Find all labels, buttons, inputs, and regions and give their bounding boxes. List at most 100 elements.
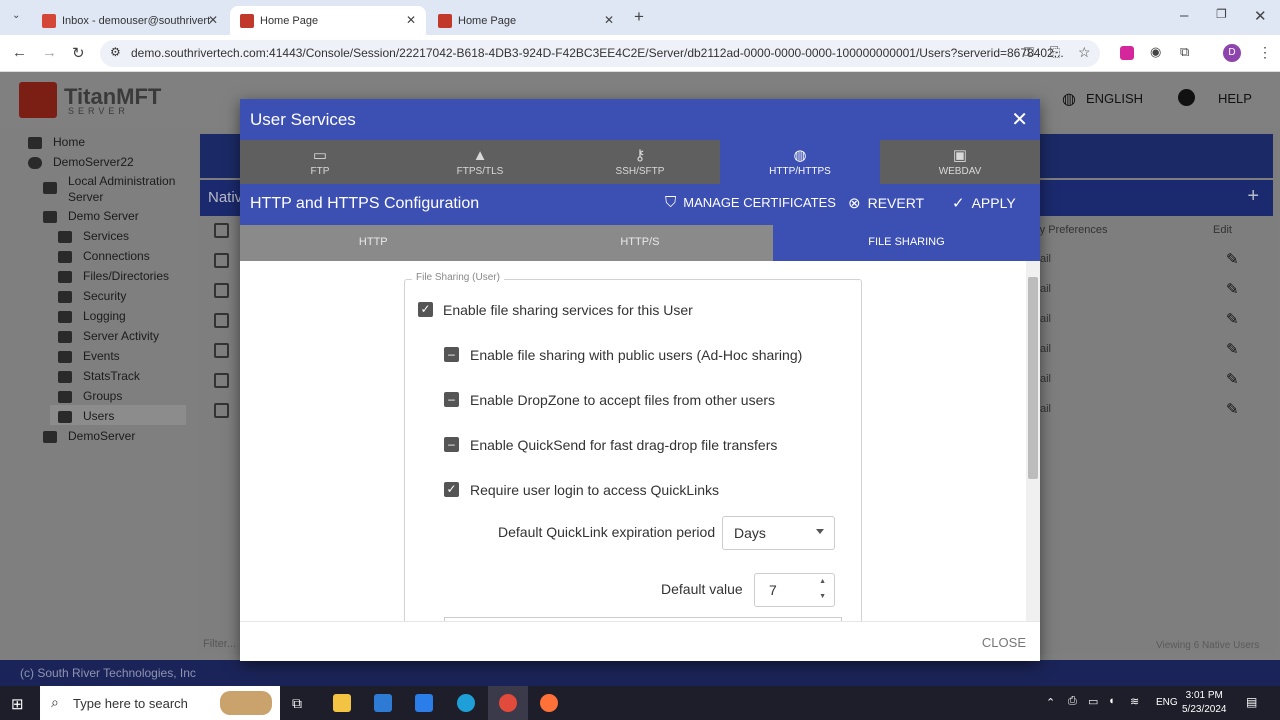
forward-icon[interactable]: → bbox=[42, 44, 57, 61]
sidebar-item-local-administration-server[interactable]: Local Administration Server bbox=[68, 173, 188, 205]
account-icon[interactable] bbox=[1178, 89, 1195, 106]
help-link[interactable]: HELP bbox=[1218, 91, 1252, 106]
filter-input[interactable]: Filter... bbox=[203, 638, 236, 650]
task-view-icon[interactable]: ⧉ bbox=[292, 695, 302, 712]
tab-search-chevron-icon[interactable]: ⌄ bbox=[12, 10, 20, 21]
quicksend-checkbox[interactable]: – bbox=[444, 437, 459, 452]
language-selector[interactable]: ENGLISH bbox=[1086, 91, 1143, 106]
close-tab-icon[interactable]: ✕ bbox=[208, 13, 218, 27]
tab-http-https[interactable]: ◍ HTTP/HTTPS bbox=[720, 140, 880, 184]
sidebar-item-logging[interactable]: Logging bbox=[83, 308, 126, 324]
ad-hoc-sharing-checkbox[interactable]: – bbox=[444, 347, 459, 362]
edit-pencil-icon[interactable]: ✎ bbox=[1226, 280, 1239, 298]
close-tab-icon[interactable]: ✕ bbox=[604, 13, 614, 27]
sidebar-item-demoserver22[interactable]: DemoServer22 bbox=[53, 154, 134, 170]
sidebar-item-events[interactable]: Events bbox=[83, 348, 120, 364]
minimize-icon[interactable]: – bbox=[1180, 7, 1188, 24]
store-icon[interactable] bbox=[374, 694, 392, 712]
edge-icon[interactable] bbox=[457, 694, 475, 712]
browser-tab-inbox[interactable]: Inbox - demouser@southrivert ✕ bbox=[32, 6, 228, 35]
titan-favicon-icon bbox=[240, 13, 254, 28]
notifications-icon[interactable]: ▤ bbox=[1246, 695, 1257, 709]
sidebar-item-users[interactable]: Users bbox=[83, 408, 114, 424]
close-dialog-icon[interactable]: ✕ bbox=[1011, 107, 1028, 132]
row-checkbox[interactable] bbox=[214, 313, 229, 328]
file-explorer-icon[interactable] bbox=[333, 694, 351, 712]
tab-ssh-sftp[interactable]: ⚷ SSH/SFTP bbox=[560, 140, 720, 184]
row-checkbox[interactable] bbox=[214, 253, 229, 268]
extensions-puzzle-icon[interactable]: ⧉ bbox=[1180, 44, 1189, 60]
battery-icon[interactable]: ▭ bbox=[1088, 695, 1098, 708]
site-info-icon[interactable]: ⚙ bbox=[110, 45, 121, 59]
sidebar-item-groups[interactable]: Groups bbox=[83, 388, 122, 404]
subtab-https[interactable]: HTTP/S bbox=[507, 225, 774, 261]
close-window-icon[interactable]: ✕ bbox=[1254, 7, 1267, 25]
edit-pencil-icon[interactable]: ✎ bbox=[1226, 340, 1239, 358]
sidebar-item-security[interactable]: Security bbox=[83, 288, 126, 304]
mail-icon[interactable] bbox=[415, 694, 433, 712]
password-key-icon[interactable]: ⚿ bbox=[1024, 44, 1034, 60]
close-tab-icon[interactable]: ✕ bbox=[406, 13, 416, 27]
edit-pencil-icon[interactable]: ✎ bbox=[1226, 370, 1239, 388]
tab-ftps-tls[interactable]: ▲ FTPS/TLS bbox=[400, 140, 560, 184]
browser-tab-home-page-active[interactable]: Home Page ✕ bbox=[230, 6, 426, 35]
dropzone-checkbox[interactable]: – bbox=[444, 392, 459, 407]
network-icon[interactable]: ⎙ bbox=[1068, 695, 1077, 708]
subtab-file-sharing[interactable]: FILE SHARING bbox=[773, 225, 1040, 261]
add-user-icon[interactable]: + bbox=[1247, 185, 1259, 208]
row-checkbox[interactable] bbox=[214, 283, 229, 298]
browser-menu-icon[interactable]: ⋮ bbox=[1258, 44, 1272, 61]
sidebar-item-connections[interactable]: Connections bbox=[83, 248, 150, 264]
maximize-icon[interactable]: ❐ bbox=[1216, 7, 1227, 21]
windows-start-icon[interactable]: ⊞ bbox=[11, 695, 24, 713]
decrement-icon[interactable]: ▼ bbox=[819, 593, 826, 600]
chrome-icon[interactable] bbox=[499, 694, 517, 712]
new-tab-icon[interactable]: + bbox=[634, 7, 644, 27]
subtab-http[interactable]: HTTP bbox=[240, 225, 507, 261]
volume-icon[interactable]: ◖ bbox=[1108, 695, 1115, 707]
tab-webdav[interactable]: ▣ WEBDAV bbox=[880, 140, 1040, 184]
select-value: Days bbox=[734, 525, 766, 541]
back-icon[interactable]: ← bbox=[12, 44, 27, 61]
firefox-icon[interactable] bbox=[540, 694, 558, 712]
url-field[interactable]: ⚙ demo.southrivertech.com:41443/Console/… bbox=[100, 40, 1100, 67]
edit-pencil-icon[interactable]: ✎ bbox=[1226, 250, 1239, 268]
expiration-period-select[interactable]: Days bbox=[722, 516, 835, 550]
scrollbar-thumb[interactable] bbox=[1028, 277, 1038, 479]
apply-button[interactable]: ✓ APPLY bbox=[952, 194, 1016, 212]
default-value-input[interactable]: 7 ▲ ▼ bbox=[754, 573, 835, 607]
select-all-checkbox[interactable] bbox=[214, 223, 229, 238]
taskbar-search-box[interactable]: ⌕ Type here to search bbox=[40, 686, 280, 720]
sidebar-item-files-directories[interactable]: Files/Directories bbox=[83, 268, 169, 284]
edit-pencil-icon[interactable]: ✎ bbox=[1226, 310, 1239, 328]
sidebar-item-demoserver[interactable]: DemoServer bbox=[68, 428, 135, 444]
bookmark-star-icon[interactable]: ☆ bbox=[1078, 44, 1091, 61]
sidebar-item-statstrack[interactable]: StatsTrack bbox=[83, 368, 140, 384]
profile-avatar[interactable]: D bbox=[1223, 44, 1241, 62]
edit-pencil-icon[interactable]: ✎ bbox=[1226, 400, 1239, 418]
row-checkbox[interactable] bbox=[214, 373, 229, 388]
taskbar-clock[interactable]: 3:01 PM 5/23/2024 bbox=[1182, 689, 1227, 717]
tab-ftp[interactable]: ▭ FTP bbox=[240, 140, 400, 184]
sidebar-item-services[interactable]: Services bbox=[83, 228, 129, 244]
input-language[interactable]: ENG bbox=[1156, 697, 1178, 708]
row-checkbox[interactable] bbox=[214, 403, 229, 418]
sidebar-item-server-activity[interactable]: Server Activity bbox=[83, 328, 159, 344]
install-app-icon[interactable]: ⎘ bbox=[1050, 44, 1060, 60]
sidebar-item-home[interactable]: Home bbox=[53, 134, 85, 150]
media-icon[interactable]: ◉ bbox=[1150, 44, 1161, 60]
extension-icon[interactable] bbox=[1120, 46, 1134, 60]
revert-button[interactable]: ⊗ REVERT bbox=[848, 194, 924, 212]
reload-icon[interactable]: ↻ bbox=[72, 44, 85, 62]
dialog-footer: CLOSE bbox=[240, 621, 1040, 661]
system-tray-chevron-icon[interactable]: ⌃ bbox=[1046, 696, 1055, 709]
wifi-icon[interactable]: ≋ bbox=[1130, 695, 1139, 708]
sidebar-item-demo-server[interactable]: Demo Server bbox=[68, 208, 139, 224]
increment-icon[interactable]: ▲ bbox=[819, 578, 826, 585]
browser-tab-home-page[interactable]: Home Page ✕ bbox=[428, 6, 624, 35]
manage-certificates-button[interactable]: ⛉ MANAGE CERTIFICATES bbox=[665, 194, 836, 211]
require-login-checkbox[interactable]: ✓ bbox=[444, 482, 459, 497]
close-button[interactable]: CLOSE bbox=[982, 635, 1026, 650]
enable-file-sharing-checkbox[interactable]: ✓ bbox=[418, 302, 433, 317]
row-checkbox[interactable] bbox=[214, 343, 229, 358]
